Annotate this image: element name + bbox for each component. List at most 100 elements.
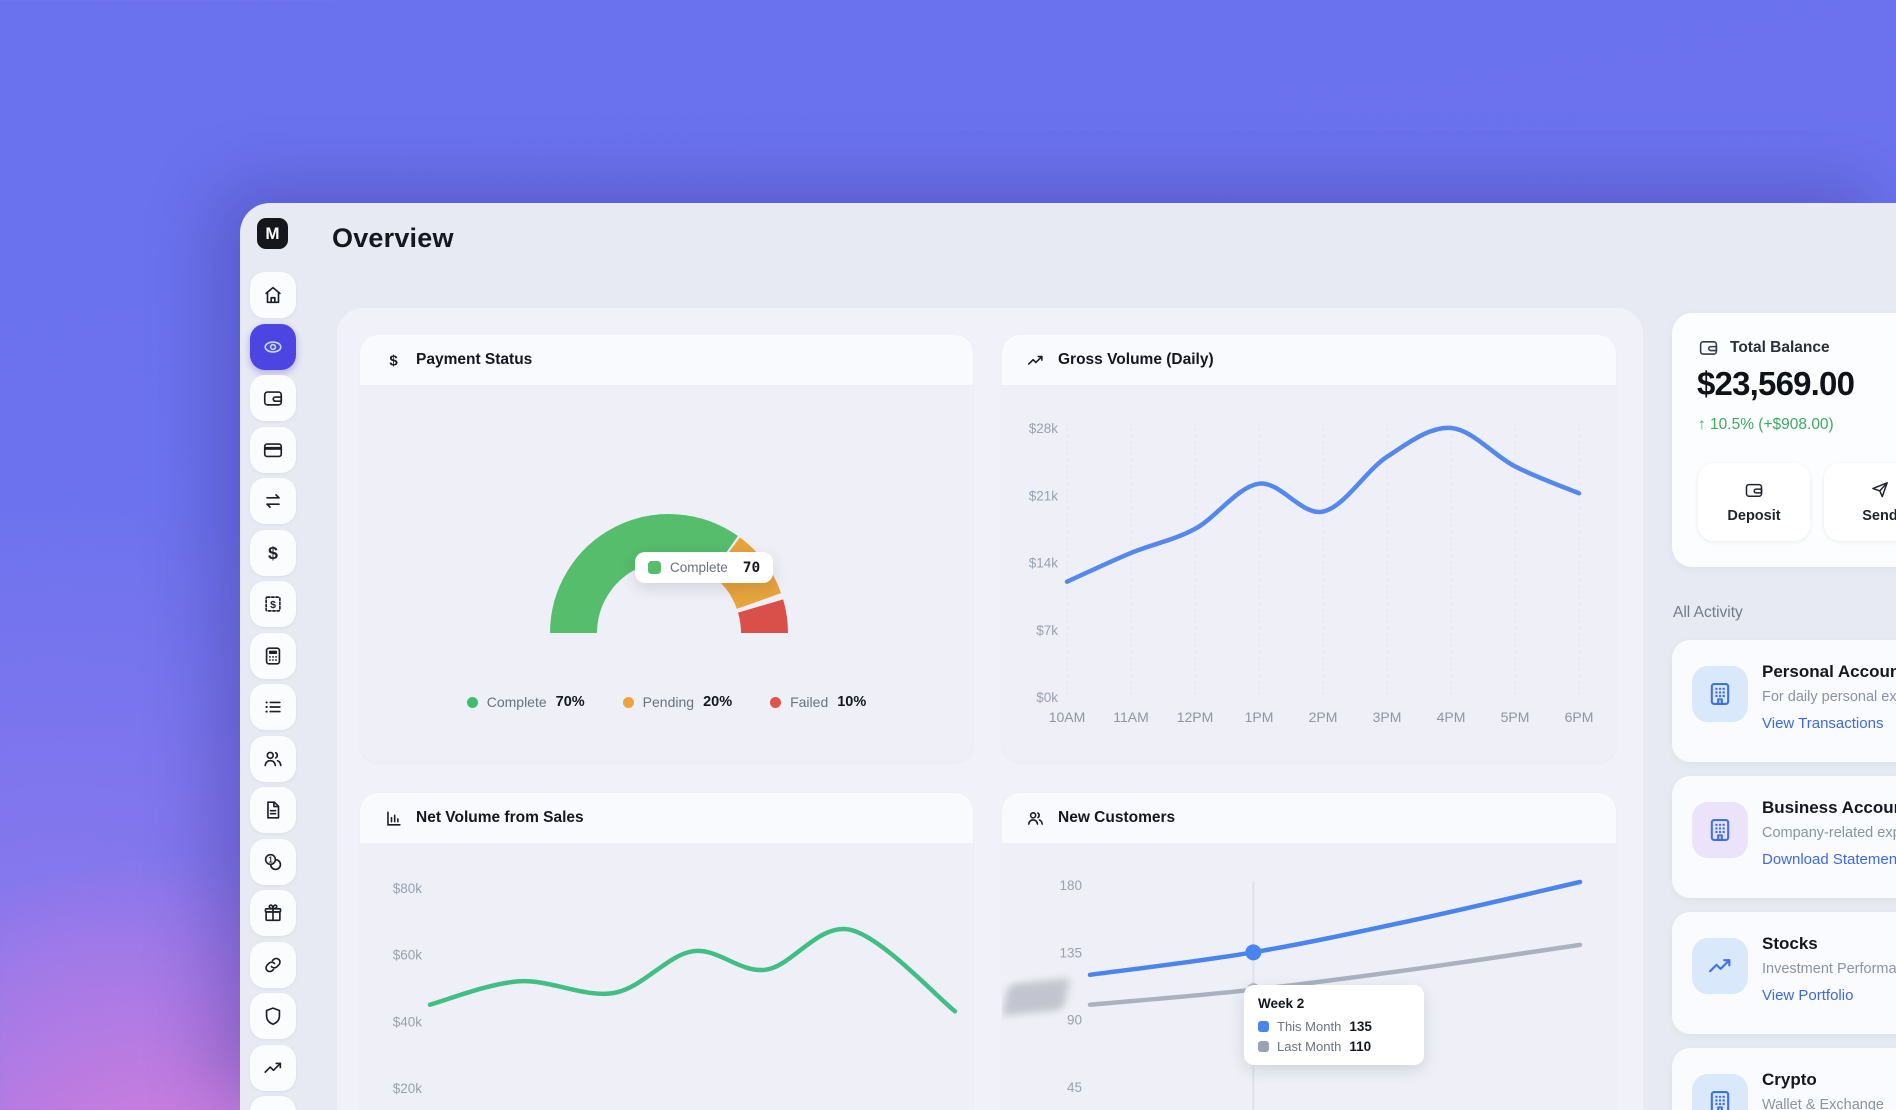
- wallet-icon: [1698, 337, 1719, 358]
- sidebar-item-wallet[interactable]: [250, 375, 296, 421]
- sidebar-item-home[interactable]: [250, 272, 296, 318]
- net-volume-card: $20k$40k$60k$80k Net Volume from Sales: [360, 793, 973, 1110]
- sidebar-item-dollar[interactable]: $: [250, 530, 296, 576]
- svg-text:6PM: 6PM: [1565, 709, 1594, 725]
- svg-text:3PM: 3PM: [1373, 709, 1402, 725]
- legend-dot-complete: [467, 697, 478, 708]
- svg-text:$: $: [389, 352, 398, 369]
- dollar-icon: $: [262, 542, 284, 564]
- users-icon: [262, 748, 284, 770]
- sidebar-item-users[interactable]: [250, 736, 296, 782]
- sidebar-item-calculator[interactable]: [250, 633, 296, 679]
- this-month-color-square: [1258, 1021, 1269, 1032]
- activity-link[interactable]: Download Statement: [1762, 851, 1896, 868]
- transfers-icon: [262, 490, 284, 512]
- tooltip-row-label: Last Month: [1277, 1039, 1341, 1054]
- svg-text:$: $: [270, 599, 276, 611]
- gross-volume-card: $0k$7k$14k$21k$28k10AM11AM12PM1PM2PM3PM4…: [1002, 335, 1616, 762]
- svg-text:1: 1: [268, 855, 273, 864]
- trending-up-icon: [262, 1057, 284, 1079]
- legend-item-complete: Complete 70%: [467, 694, 585, 710]
- svg-text:4PM: 4PM: [1437, 709, 1466, 725]
- activity-icon-box: [1692, 938, 1748, 994]
- link-icon: [262, 954, 284, 976]
- legend-label: Pending: [643, 694, 694, 710]
- tooltip-row-label: This Month: [1277, 1019, 1341, 1034]
- payment-status-card: $ Payment Status Complete 70 Complete 70…: [360, 335, 973, 762]
- invoice-icon: $: [262, 593, 284, 615]
- sidebar-item-credit-card[interactable]: [250, 427, 296, 473]
- legend-value: 20%: [703, 694, 732, 710]
- svg-text:$60k: $60k: [393, 948, 423, 963]
- legend-value: 10%: [837, 694, 866, 710]
- balance-amount: $23,569.00: [1697, 365, 1854, 403]
- legend-dot-pending: [623, 697, 634, 708]
- payment-status-header: $ Payment Status: [360, 335, 973, 385]
- sidebar-item-document[interactable]: [250, 787, 296, 833]
- sidebar-item-coins[interactable]: 1: [250, 839, 296, 885]
- activity-title: Business Account: [1762, 798, 1896, 818]
- sidebar-item-list[interactable]: [250, 684, 296, 730]
- legend-item-pending: Pending 20%: [623, 694, 732, 710]
- total-balance-header: Total Balance: [1698, 337, 1830, 358]
- sidebar-item-invoice[interactable]: $: [250, 581, 296, 627]
- sidebar-item-link[interactable]: [250, 942, 296, 988]
- svg-text:2PM: 2PM: [1309, 709, 1338, 725]
- activity-card-personal-account[interactable]: Personal AccountFor daily personal expen…: [1672, 640, 1896, 762]
- sidebar-item-shield[interactable]: [250, 993, 296, 1039]
- paper-plane-icon: [1870, 480, 1890, 500]
- new-customers-title: New Customers: [1058, 809, 1175, 827]
- net-volume-line-chart: $20k$40k$60k$80k: [360, 843, 973, 1110]
- activity-title: Stocks: [1762, 934, 1818, 954]
- sidebar-item-transfers[interactable]: [250, 478, 296, 524]
- sidebar-item-trending-up[interactable]: [250, 1045, 296, 1091]
- send-label: Send: [1862, 508, 1896, 524]
- sidebar-item-gift[interactable]: [250, 890, 296, 936]
- shield-icon: [262, 1005, 284, 1027]
- activity-card-business-account[interactable]: Business Account Company-related expenses…: [1672, 776, 1896, 898]
- home-icon: [262, 284, 284, 306]
- activity-subtitle: Company-related expenses: [1762, 825, 1896, 841]
- activity-subtitle: Wallet & Exchange: [1762, 1097, 1884, 1110]
- calculator-icon: [262, 645, 284, 667]
- svg-text:$0k: $0k: [1036, 690, 1058, 705]
- bar-chart-icon: [384, 809, 403, 828]
- new-customers-header: New Customers: [1002, 793, 1616, 843]
- total-balance-label: Total Balance: [1730, 339, 1830, 357]
- activity-link[interactable]: View Transactions: [1762, 715, 1883, 732]
- sidebar-item-device[interactable]: [250, 1096, 296, 1110]
- svg-text:$40k: $40k: [393, 1014, 423, 1029]
- svg-text:5PM: 5PM: [1501, 709, 1530, 725]
- new-customers-card: 4590135180 New Customers Week 2 This Mon…: [1002, 793, 1616, 1110]
- legend-label: Failed: [790, 694, 828, 710]
- deposit-button[interactable]: Deposit: [1698, 463, 1810, 541]
- tooltip-row-value: 135: [1349, 1019, 1372, 1034]
- activity-title: Crypto: [1762, 1070, 1817, 1090]
- svg-text:135: 135: [1059, 945, 1082, 960]
- legend-dot-failed: [770, 697, 781, 708]
- gift-icon: [262, 902, 284, 924]
- wallet-icon: [1744, 480, 1764, 500]
- svg-text:$20k: $20k: [393, 1081, 423, 1096]
- users-icon: [1026, 809, 1045, 828]
- net-volume-header: Net Volume from Sales: [360, 793, 973, 843]
- svg-text:10AM: 10AM: [1049, 709, 1086, 725]
- trending-up-icon: [1026, 351, 1045, 370]
- payment-status-title: Payment Status: [416, 351, 532, 369]
- activity-card-crypto[interactable]: Crypto Wallet & Exchange: [1672, 1048, 1896, 1110]
- svg-text:45: 45: [1067, 1080, 1082, 1095]
- activity-card-stocks[interactable]: StocksInvestment PerformanceView Portfol…: [1672, 912, 1896, 1034]
- send-button[interactable]: Send: [1824, 463, 1896, 541]
- legend-item-failed: Failed 10%: [770, 694, 866, 710]
- main-content-panel: $ Payment Status Complete 70 Complete 70…: [337, 308, 1643, 1110]
- app-logo[interactable]: M: [257, 218, 288, 249]
- activity-icon-box: [1692, 666, 1748, 722]
- sidebar-item-eye[interactable]: [250, 324, 296, 370]
- legend-value: 70%: [556, 694, 585, 710]
- credit-card-icon: [262, 439, 284, 461]
- activity-link[interactable]: View Portfolio: [1762, 987, 1853, 1004]
- coins-icon: 1: [262, 851, 284, 873]
- last-month-color-square: [1258, 1041, 1269, 1052]
- svg-text:$14k: $14k: [1029, 556, 1059, 571]
- tooltip-value: 70: [743, 560, 760, 576]
